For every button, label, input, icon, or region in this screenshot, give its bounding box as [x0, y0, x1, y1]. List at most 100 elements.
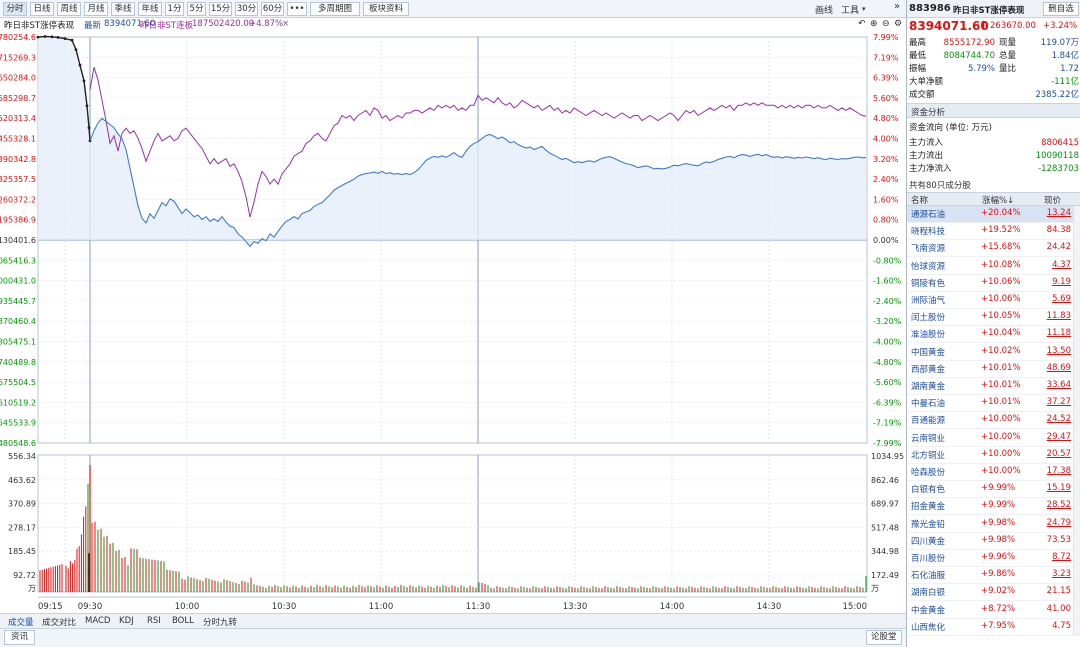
stock-row[interactable]: 招金黄金 +9.99% 28.52	[907, 498, 1073, 516]
period-button[interactable]: 30分	[235, 2, 258, 16]
draw-line-button[interactable]: 画线	[815, 3, 833, 16]
stock-name[interactable]: 百通能源	[911, 414, 945, 426]
back-icon[interactable]: ↶	[858, 19, 866, 29]
stock-row[interactable]: 白银有色 +9.99% 15.19	[907, 481, 1073, 499]
stock-row[interactable]: 百川股份 +9.96% 8.72	[907, 550, 1073, 567]
stock-price: 8.72	[1052, 552, 1071, 562]
stock-name[interactable]: 飞南资源	[911, 242, 945, 254]
stock-name[interactable]: 中金黄金	[911, 604, 945, 616]
table-scrollbar[interactable]	[1073, 206, 1080, 636]
stock-name[interactable]: 招金黄金	[911, 500, 945, 512]
stock-name[interactable]: 怡球资源	[911, 260, 945, 272]
zoom-out-icon[interactable]: ⊖	[882, 19, 890, 29]
indicator-tab[interactable]: MACD	[85, 616, 110, 626]
price-tick-label: 7610519.2	[0, 398, 36, 407]
stock-name[interactable]: 准油股份	[911, 328, 945, 340]
flow-value: 8806415	[1041, 138, 1079, 148]
stock-row[interactable]: 中国黄金 +10.02% 13.50	[907, 344, 1073, 361]
stock-name[interactable]: 中曼石油	[911, 397, 945, 409]
stock-price: 17.38	[1046, 466, 1071, 476]
stock-row[interactable]: 中曼石油 +10.01% 37.27	[907, 395, 1073, 413]
stock-row[interactable]: 山西焦化 +7.95% 4.75	[907, 619, 1073, 636]
tools-button[interactable]: 工具	[841, 3, 859, 16]
col-price-header[interactable]: 现价	[1044, 194, 1061, 206]
collapse-icon[interactable]: »	[894, 1, 900, 12]
stock-row[interactable]: 通源石油 +20.04% 13.24	[907, 206, 1073, 223]
dropdown-icon[interactable]: ▾	[862, 5, 866, 13]
price-tick-label: 8000431.0	[0, 277, 36, 286]
big-net-row: 大单净额 -111亿	[907, 76, 1080, 88]
period-button[interactable]: 60分	[261, 2, 284, 16]
indicator-tab[interactable]: 分时九转	[203, 616, 237, 628]
stock-name[interactable]: 四川黄金	[911, 535, 945, 547]
period-button[interactable]: 季线	[111, 2, 135, 16]
multi-period-button[interactable]: 多周期图	[310, 2, 360, 16]
indicator-tab[interactable]: 成交对比	[42, 616, 76, 628]
news-button[interactable]: 资讯	[4, 630, 36, 645]
stock-name[interactable]: 山西焦化	[911, 621, 945, 633]
indicator-tab[interactable]: RSI	[147, 616, 161, 626]
time-tick-label: 14:30	[757, 602, 782, 612]
period-button[interactable]: 日线	[30, 2, 54, 16]
period-button[interactable]: 15分	[209, 2, 232, 16]
stock-name[interactable]: 通源石油	[911, 208, 945, 220]
stock-row[interactable]: 飞南资源 +15.68% 24.42	[907, 240, 1073, 258]
indicator-tab[interactable]: BOLL	[172, 616, 194, 626]
volume-tick-label-right: 862.46	[871, 476, 899, 485]
stock-name[interactable]: 百川股份	[911, 552, 945, 564]
stock-row[interactable]: 晓程科技 +19.52% 84.38	[907, 223, 1073, 241]
stock-name[interactable]: 哈森股份	[911, 466, 945, 478]
stock-row[interactable]: 准油股份 +10.04% 11.18	[907, 326, 1073, 344]
stock-name[interactable]: 湖南黄金	[911, 380, 945, 392]
stock-row[interactable]: 百通能源 +10.00% 24.52	[907, 412, 1073, 430]
stock-row[interactable]: 洲际油气 +10.06% 5.69	[907, 292, 1073, 309]
period-button[interactable]: 5分	[187, 2, 206, 16]
stock-name[interactable]: 湖南白银	[911, 586, 945, 598]
stock-name[interactable]: 石化油服	[911, 569, 945, 581]
stock-row[interactable]: 石化油服 +9.86% 3.23	[907, 567, 1073, 585]
intraday-chart: 8780254.6 7.99% 8715269.3 7.19% 8650284.0 6.3…	[0, 32, 906, 613]
stock-row[interactable]: 闰土股份 +10.05% 11.83	[907, 309, 1073, 327]
stock-row[interactable]: 北方铜业 +10.00% 20.57	[907, 447, 1073, 464]
zoom-in-icon[interactable]: ⊕	[870, 19, 878, 29]
stock-row[interactable]: 湖南白银 +9.02% 21.15	[907, 584, 1073, 602]
fund-analysis-header[interactable]: 资金分析	[907, 103, 1080, 118]
stock-name[interactable]: 北方铜业	[911, 449, 945, 461]
forum-button[interactable]: 论股堂	[866, 630, 902, 645]
stock-row[interactable]: 豫光金铅 +9.98% 24.79	[907, 516, 1073, 533]
stat-label: 现量	[999, 38, 1017, 48]
period-button[interactable]: 年线	[138, 2, 162, 16]
period-button[interactable]: 1分	[165, 2, 184, 16]
sector-info-button[interactable]: 板块资料	[363, 2, 409, 16]
stock-row[interactable]: 湖南黄金 +10.01% 33.64	[907, 378, 1073, 395]
stock-name[interactable]: 豫光金铅	[911, 518, 945, 530]
period-button[interactable]: 月线	[84, 2, 108, 16]
period-button[interactable]: 周线	[57, 2, 81, 16]
stock-row[interactable]: 哈森股份 +10.00% 17.38	[907, 464, 1073, 481]
col-change-header[interactable]: 涨幅%↓	[982, 194, 1014, 206]
stock-row[interactable]: 铜陵有色 +10.06% 9.19	[907, 275, 1073, 292]
col-name-header[interactable]: 名称	[911, 194, 928, 206]
close-icon[interactable]: ×	[282, 19, 289, 29]
period-button[interactable]: 分时	[3, 2, 27, 16]
stock-row[interactable]: 四川黄金 +9.98% 73.53	[907, 533, 1073, 550]
stock-name[interactable]: 铜陵有色	[911, 277, 945, 289]
indicator-tab[interactable]: KDJ	[119, 616, 134, 626]
remove-watchlist-button[interactable]: 删自选	[1043, 2, 1079, 16]
settings-icon[interactable]: ⚙	[894, 19, 902, 29]
stock-row[interactable]: 怡球资源 +10.08% 4.37	[907, 258, 1073, 275]
stock-name[interactable]: 洲际油气	[911, 294, 945, 306]
flow-row: 主力流出 10090118	[907, 150, 1080, 162]
stock-name[interactable]: 西部黄金	[911, 363, 945, 375]
stock-name[interactable]: 晓程科技	[911, 225, 945, 237]
stock-row[interactable]: 西部黄金 +10.01% 48.69	[907, 361, 1073, 378]
stock-row[interactable]: 云南铜业 +10.00% 29.47	[907, 430, 1073, 447]
stock-change: +10.08%	[981, 259, 1021, 270]
stock-name[interactable]: 白银有色	[911, 483, 945, 495]
stock-name[interactable]: 闰土股份	[911, 311, 945, 323]
stock-row[interactable]: 中金黄金 +8.72% 41.00	[907, 602, 1073, 619]
indicator-tab[interactable]: 成交量	[8, 616, 34, 628]
stock-name[interactable]: 云南铜业	[911, 432, 945, 444]
more-button[interactable]: •••	[287, 2, 307, 16]
stock-name[interactable]: 中国黄金	[911, 346, 945, 358]
